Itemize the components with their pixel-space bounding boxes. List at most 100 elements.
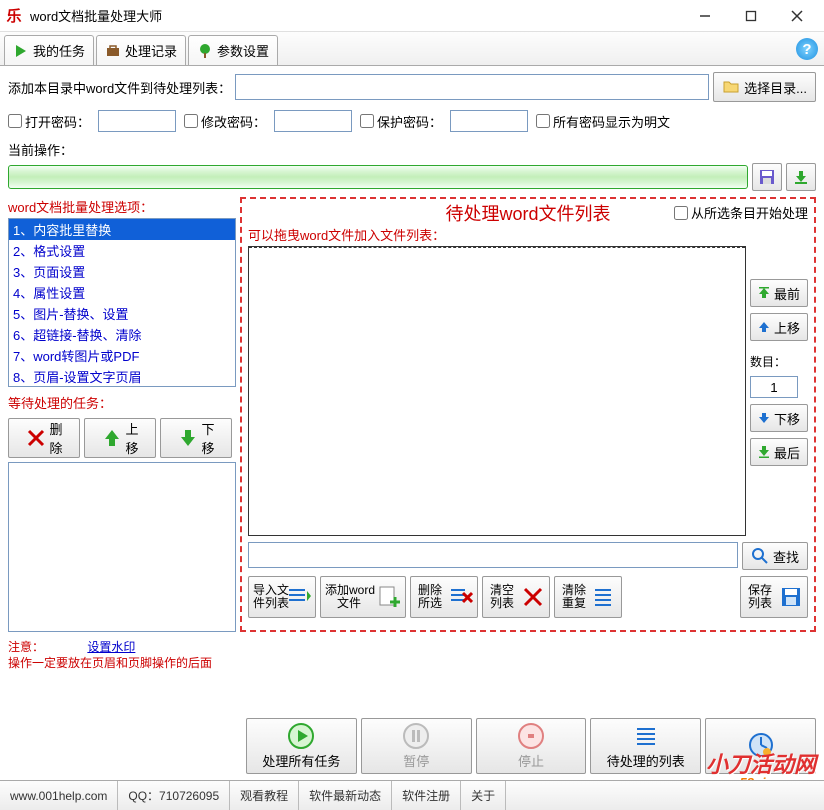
search-row: 查找 <box>248 542 808 570</box>
tab-history[interactable]: 处理记录 <box>96 35 186 65</box>
save-icon <box>779 585 803 609</box>
dedupe-icon <box>593 585 617 609</box>
app-icon: 乐 <box>4 6 24 26</box>
progress-row <box>8 163 816 191</box>
option-item[interactable]: 8、页眉-设置文字页眉 <box>9 366 235 387</box>
file-buttons: 导入文 件列表 添加word 文件 删除 所选 清空 列表 清除 重复 保存 列… <box>248 576 808 618</box>
drag-hint: 可以拖曳word文件加入文件列表： <box>248 225 808 244</box>
options-title: word文档批量处理选项： <box>8 197 236 216</box>
help-button[interactable]: ? <box>796 38 818 60</box>
current-op-label: 当前操作： <box>8 140 73 159</box>
minimize-button[interactable] <box>682 1 728 31</box>
status-register[interactable]: 软件注册 <box>392 781 461 810</box>
option-item[interactable]: 3、页面设置 <box>9 261 235 282</box>
open-pw-input[interactable] <box>98 110 176 132</box>
add-dir-row: 添加本目录中word文件到待处理列表： 选择目录... <box>8 72 816 102</box>
move-up-button[interactable]: 上移 <box>750 313 808 341</box>
side-controls: 最前 上移 数目： 下移 最后 <box>750 279 808 466</box>
folder-icon <box>722 78 740 96</box>
waiting-title: 等待处理的任务： <box>8 393 236 412</box>
plain-pw-check[interactable]: 所有密码显示为明文 <box>536 112 670 131</box>
list-import-icon <box>287 585 311 609</box>
arrow-up-icon <box>101 427 123 449</box>
option-item[interactable]: 2、格式设置 <box>9 240 235 261</box>
tab-label: 参数设置 <box>217 41 269 60</box>
count-label: 数目： <box>750 353 808 370</box>
status-site[interactable]: www.001help.com <box>0 781 118 810</box>
option-item[interactable]: 6、超链接-替换、清除 <box>9 324 235 345</box>
modify-pw-check[interactable]: 修改密码： <box>184 112 266 131</box>
file-list-caption: 待处理word文件列表 <box>445 200 610 226</box>
modify-pw-input[interactable] <box>274 110 352 132</box>
option-item[interactable]: 7、word转图片或PDF <box>9 345 235 366</box>
tab-label: 我的任务 <box>33 41 85 60</box>
export-button[interactable] <box>786 163 816 191</box>
search-icon <box>751 547 769 565</box>
right-column: 待处理word文件列表 从所选条目开始处理 可以拖曳word文件加入文件列表： … <box>240 197 816 632</box>
briefcase-icon <box>105 43 121 59</box>
status-about[interactable]: 关于 <box>461 781 506 810</box>
close-button[interactable] <box>774 1 820 31</box>
file-list-box[interactable] <box>248 246 746 536</box>
tab-bar: 我的任务 处理记录 参数设置 ? <box>0 32 824 66</box>
move-last-button[interactable]: 最后 <box>750 438 808 466</box>
import-list-button[interactable]: 导入文 件列表 <box>248 576 316 618</box>
protect-pw-input[interactable] <box>450 110 528 132</box>
run-all-button[interactable]: 处理所有任务 <box>246 718 357 774</box>
search-button[interactable]: 查找 <box>742 542 808 570</box>
tab-settings[interactable]: 参数设置 <box>188 35 278 65</box>
pause-button[interactable]: 暂停 <box>361 718 472 774</box>
left-column: word文档批量处理选项： 1、内容批里替换2、格式设置3、页面设置4、属性设置… <box>8 197 236 632</box>
delete-icon <box>449 585 473 609</box>
pending-list-button[interactable]: 待处理的列表 <box>590 718 701 774</box>
tab-my-tasks[interactable]: 我的任务 <box>4 35 94 65</box>
options-list[interactable]: 1、内容批里替换2、格式设置3、页面设置4、属性设置5、图片-替换、设置6、超链… <box>8 218 236 387</box>
option-item[interactable]: 1、内容批里替换 <box>9 219 235 240</box>
status-bar: www.001help.com QQ：710726095 观看教程 软件最新动态… <box>0 780 824 810</box>
stop-button[interactable]: 停止 <box>476 718 587 774</box>
arrow-down-icon <box>177 427 199 449</box>
status-news[interactable]: 软件最新动态 <box>299 781 392 810</box>
delete-selected-button[interactable]: 删除 所选 <box>410 576 478 618</box>
search-input[interactable] <box>248 542 738 568</box>
note-text: 注意： 设置水印 操作一定要放在页眉和页脚操作的后面 <box>8 640 236 671</box>
status-tutorial[interactable]: 观看教程 <box>230 781 299 810</box>
dedupe-button[interactable]: 清除 重复 <box>554 576 622 618</box>
move-down-button[interactable]: 下移 <box>750 404 808 432</box>
add-file-button[interactable]: 添加word 文件 <box>320 576 406 618</box>
timer-button[interactable] <box>705 718 816 774</box>
move-down-task-button[interactable]: 下 移 <box>160 418 232 458</box>
body-split: word文档批量处理选项： 1、内容批里替换2、格式设置3、页面设置4、属性设置… <box>8 197 816 632</box>
tab-label: 处理记录 <box>125 41 177 60</box>
clear-list-button[interactable]: 清空 列表 <box>482 576 550 618</box>
delete-task-button[interactable]: 删 除 <box>8 418 80 458</box>
watermark-link[interactable]: 设置水印 <box>87 640 135 654</box>
save-list-button[interactable]: 保存 列表 <box>740 576 808 618</box>
move-first-button[interactable]: 最前 <box>750 279 808 307</box>
add-dir-label: 添加本目录中word文件到待处理列表： <box>8 78 231 97</box>
titlebar: 乐 word文档批量处理大师 <box>0 0 824 32</box>
from-selection-check[interactable]: 从所选条目开始处理 <box>674 203 808 222</box>
main-panel: 添加本目录中word文件到待处理列表： 选择目录... 打开密码： 修改密码： … <box>0 66 824 780</box>
save-progress-button[interactable] <box>752 163 782 191</box>
password-row: 打开密码： 修改密码： 保护密码： 所有密码显示为明文 <box>8 110 816 132</box>
clear-icon <box>521 585 545 609</box>
move-up-task-button[interactable]: 上 移 <box>84 418 156 458</box>
add-dir-input[interactable] <box>235 74 709 100</box>
add-file-icon <box>377 585 401 609</box>
status-qq: QQ：710726095 <box>118 781 230 810</box>
progress-bar <box>8 165 748 189</box>
play-icon <box>13 43 29 59</box>
tree-icon <box>197 43 213 59</box>
window-title: word文档批量处理大师 <box>30 6 682 25</box>
count-input[interactable] <box>750 376 798 398</box>
choose-dir-button[interactable]: 选择目录... <box>713 72 816 102</box>
waiting-task-list[interactable] <box>8 462 236 632</box>
current-op-row: 当前操作： <box>8 140 816 159</box>
protect-pw-check[interactable]: 保护密码： <box>360 112 442 131</box>
option-item[interactable]: 4、属性设置 <box>9 282 235 303</box>
open-pw-check[interactable]: 打开密码： <box>8 112 90 131</box>
maximize-button[interactable] <box>728 1 774 31</box>
option-item[interactable]: 5、图片-替换、设置 <box>9 303 235 324</box>
bottom-buttons: 处理所有任务 暂停 停止 待处理的列表 <box>246 718 816 774</box>
